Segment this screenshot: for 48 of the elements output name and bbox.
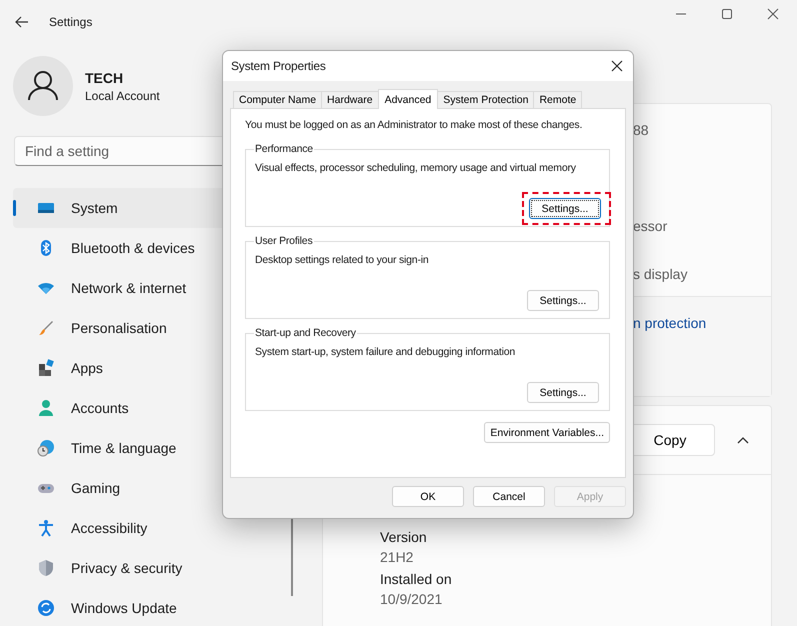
accessibility-icon xyxy=(37,519,55,537)
tab[interactable]: System Protection xyxy=(437,91,534,108)
close-icon[interactable] xyxy=(611,60,623,72)
notice-text: You must be logged on as an Administrator to make most of these changes. xyxy=(245,119,584,131)
sidebar-item[interactable]: Accessibility xyxy=(13,508,300,548)
spec-text: s display xyxy=(633,266,688,282)
settings-button[interactable]: Settings... xyxy=(527,290,599,311)
settings-button[interactable]: Settings... xyxy=(527,382,599,403)
close-icon[interactable] xyxy=(767,8,779,20)
account-name: TECH xyxy=(85,70,124,86)
brush-icon xyxy=(37,319,55,337)
sidebar-item[interactable]: Privacy & security xyxy=(13,548,300,588)
spec-text: 88 xyxy=(633,122,650,138)
globe-icon xyxy=(37,439,55,457)
avatar-icon xyxy=(13,56,73,116)
chevron-up-icon[interactable] xyxy=(737,436,749,444)
dialog-title: System Properties xyxy=(231,59,326,73)
account-type: Local Account xyxy=(85,88,160,102)
spec-value: 21H2 xyxy=(380,549,414,565)
group-title: User Profiles xyxy=(254,235,314,247)
shield-icon xyxy=(37,559,55,577)
sidebar-item[interactable]: Gaming xyxy=(13,468,300,508)
apps-icon xyxy=(37,359,55,377)
environment-variables-button[interactable]: Environment Variables... xyxy=(484,422,610,443)
group-title: Start-up and Recovery xyxy=(254,327,357,339)
group-title: Performance xyxy=(254,143,314,155)
link[interactable]: n protection xyxy=(633,315,706,331)
settings-button[interactable]: Settings... xyxy=(529,198,601,219)
spec-value: 10/9/2021 xyxy=(380,591,444,607)
group-description: Desktop settings related to your sign-in xyxy=(255,254,430,266)
spec-label: Version xyxy=(380,529,428,545)
dialog-button[interactable]: OK xyxy=(392,486,464,507)
spec-text: essor xyxy=(633,218,668,234)
update-icon xyxy=(37,599,55,617)
window-title: Settings xyxy=(49,15,92,29)
person-icon xyxy=(37,399,55,417)
maximize-icon[interactable] xyxy=(721,8,733,20)
group-description: System start-up, system failure and debugging information xyxy=(255,346,516,358)
spec-label: Installed on xyxy=(380,571,453,587)
dialog-button[interactable]: Cancel xyxy=(473,486,545,507)
tab[interactable]: Computer Name xyxy=(233,91,322,108)
tab[interactable]: Remote xyxy=(533,91,582,108)
sidebar-item[interactable]: Network & internet xyxy=(13,268,300,308)
back-icon[interactable] xyxy=(15,16,29,28)
sidebar-item[interactable]: Windows Update xyxy=(13,588,300,626)
sidebar-item[interactable]: Time & language xyxy=(13,428,300,468)
sidebar-item[interactable]: Accounts xyxy=(13,388,300,428)
tab[interactable]: Advanced xyxy=(378,89,438,109)
